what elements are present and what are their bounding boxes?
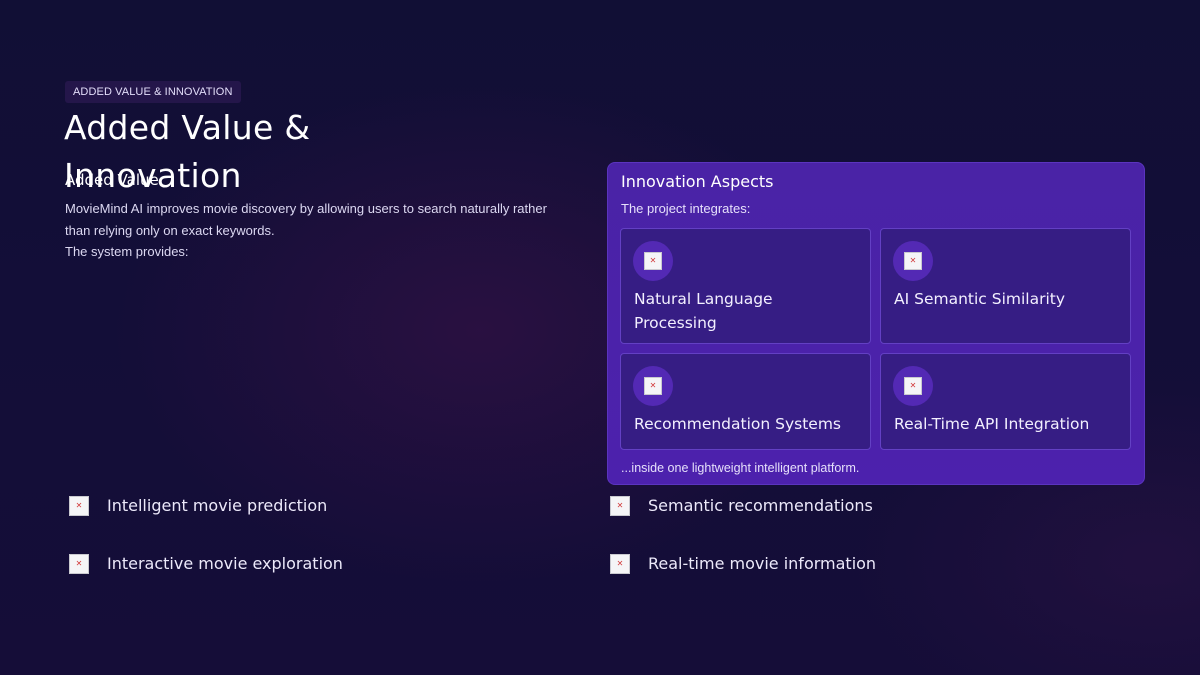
broken-image-icon: ✕ (69, 496, 89, 516)
slide: ADDED VALUE & INNOVATION Added Value & I… (0, 0, 1200, 675)
broken-image-icon: ✕ (610, 496, 630, 516)
card-icon-badge: ✕ (893, 366, 933, 406)
broken-image-icon: ✕ (69, 554, 89, 574)
section-badge: ADDED VALUE & INNOVATION (65, 81, 242, 103)
feature-label: Interactive movie exploration (107, 554, 343, 573)
feature-label: Real-time movie information (648, 554, 877, 573)
broken-image-icon: ✕ (904, 252, 922, 270)
feature-label: Semantic recommendations (648, 496, 873, 515)
card-icon-badge: ✕ (633, 366, 673, 406)
innovation-card-label: AI Semantic Similarity (894, 290, 1066, 308)
innovation-panel-outro: ...inside one lightweight intelligent pl… (621, 461, 860, 475)
card-icon-badge: ✕ (633, 241, 673, 281)
innovation-card-semantic-similarity: ✕ AI Semantic Similarity (880, 228, 1131, 344)
innovation-card-label: Natural Language Processing (634, 290, 773, 332)
card-icon-badge: ✕ (893, 241, 933, 281)
added-value-body: MovieMind AI improves movie discovery by… (65, 198, 565, 263)
feature-label: Intelligent movie prediction (107, 496, 328, 515)
broken-image-icon: ✕ (644, 377, 662, 395)
broken-image-icon: ✕ (904, 377, 922, 395)
broken-image-icon: ✕ (644, 252, 662, 270)
innovation-panel-title: Innovation Aspects (621, 172, 774, 191)
innovation-card-label: Recommendation Systems (634, 415, 842, 433)
added-value-paragraph: MovieMind AI improves movie discovery by… (65, 201, 547, 238)
innovation-card-nlp: ✕ Natural Language Processing (620, 228, 871, 344)
added-value-heading: Added Value (65, 171, 159, 189)
broken-image-icon: ✕ (610, 554, 630, 574)
system-provides-text: The system provides: (65, 244, 189, 259)
innovation-card-label: Real-Time API Integration (894, 415, 1090, 433)
innovation-card-recommendation-systems: ✕ Recommendation Systems (620, 353, 871, 450)
innovation-card-api-integration: ✕ Real-Time API Integration (880, 353, 1131, 450)
innovation-panel-intro: The project integrates: (621, 201, 751, 216)
innovation-panel: Innovation Aspects The project integrate… (607, 162, 1145, 485)
